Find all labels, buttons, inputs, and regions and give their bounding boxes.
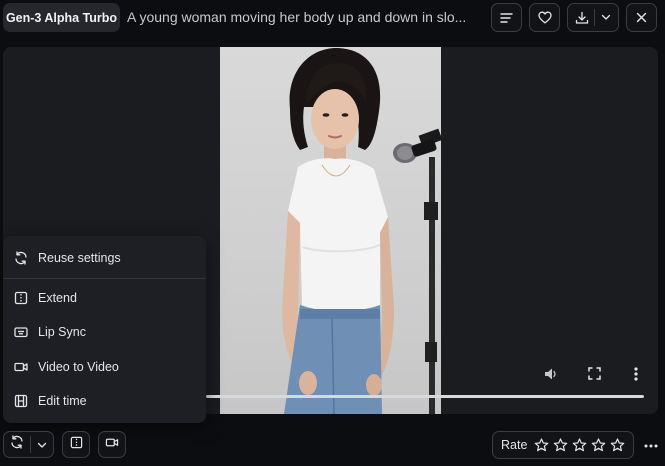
film-icon: [14, 394, 28, 408]
more-options-button[interactable]: [643, 437, 659, 451]
details-icon: [500, 12, 513, 24]
menu-label: Extend: [38, 291, 77, 305]
close-icon: [636, 12, 647, 23]
extend-button[interactable]: [62, 431, 90, 458]
chevron-down-icon[interactable]: [601, 14, 611, 21]
volume-icon[interactable]: [543, 367, 559, 386]
extend-icon: [14, 291, 28, 305]
rate-label: Rate: [501, 438, 528, 452]
model-badge[interactable]: Gen-3 Alpha Turbo: [3, 3, 120, 32]
microphone-stand-graphic: [393, 128, 441, 414]
reuse-split-button[interactable]: [3, 431, 54, 458]
menu-item-extend[interactable]: Extend: [3, 283, 206, 313]
more-horizontal-icon: [644, 435, 658, 453]
close-button[interactable]: [626, 3, 657, 32]
extend-icon: [70, 436, 83, 454]
download-split-button[interactable]: [567, 3, 619, 32]
like-button[interactable]: [529, 3, 560, 32]
menu-label: Edit time: [38, 394, 87, 408]
menu-label: Reuse settings: [38, 251, 121, 265]
menu-divider: [3, 278, 206, 279]
menu-item-reuse-settings[interactable]: Reuse settings: [3, 243, 206, 273]
video-camera-icon: [105, 436, 119, 454]
rating-control: Rate: [492, 431, 634, 459]
video-frame-image: [282, 47, 441, 414]
refresh-icon[interactable]: [10, 435, 24, 454]
star-outline-icon[interactable]: [553, 438, 568, 452]
fullscreen-icon[interactable]: [588, 367, 601, 385]
actions-menu: Reuse settings Extend Lip Sync Video to …: [3, 236, 206, 423]
heart-icon: [537, 11, 552, 24]
split-divider: [30, 436, 31, 453]
star-outline-icon[interactable]: [591, 438, 606, 452]
menu-item-edit-time[interactable]: Edit time: [3, 386, 206, 416]
chevron-down-icon[interactable]: [37, 436, 47, 454]
menu-item-video-to-video[interactable]: Video to Video: [3, 352, 206, 382]
star-outline-icon[interactable]: [534, 438, 549, 452]
refresh-icon: [14, 251, 28, 265]
video-camera-icon: [14, 360, 28, 374]
split-divider: [594, 9, 596, 26]
model-name: Gen-3 Alpha Turbo: [5, 10, 118, 25]
video-progress-bar[interactable]: [206, 395, 644, 398]
more-vertical-icon[interactable]: [634, 367, 638, 386]
menu-label: Lip Sync: [38, 325, 86, 339]
star-outline-icon[interactable]: [572, 438, 587, 452]
menu-label: Video to Video: [38, 360, 119, 374]
details-button[interactable]: [491, 3, 522, 32]
prompt-text[interactable]: A young woman moving her body up and dow…: [127, 9, 479, 25]
video-to-video-button[interactable]: [98, 431, 126, 458]
star-outline-icon[interactable]: [610, 438, 625, 452]
download-icon[interactable]: [575, 11, 589, 25]
video-frame: [220, 47, 441, 414]
lip-sync-icon: [14, 325, 28, 339]
menu-item-lip-sync[interactable]: Lip Sync: [3, 317, 206, 347]
